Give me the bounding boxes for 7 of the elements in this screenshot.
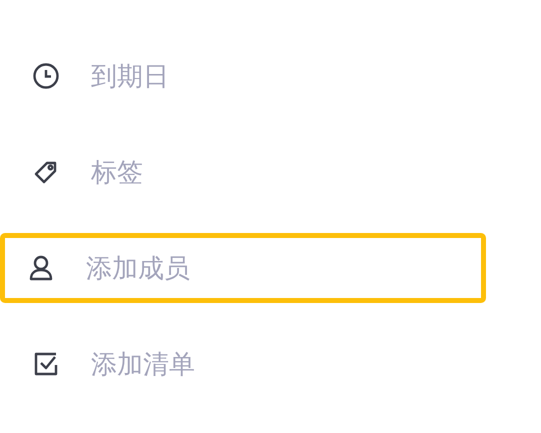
person-icon [27,254,55,282]
menu-item[interactable]: 到期日 [0,41,486,111]
menu-item[interactable]: 标签 [0,137,486,207]
menu-item[interactable]: 添加清单 [0,329,486,399]
menu-item[interactable]: 添加成员 [0,233,486,303]
clock-icon [32,62,60,90]
checkbox-icon [32,350,60,378]
